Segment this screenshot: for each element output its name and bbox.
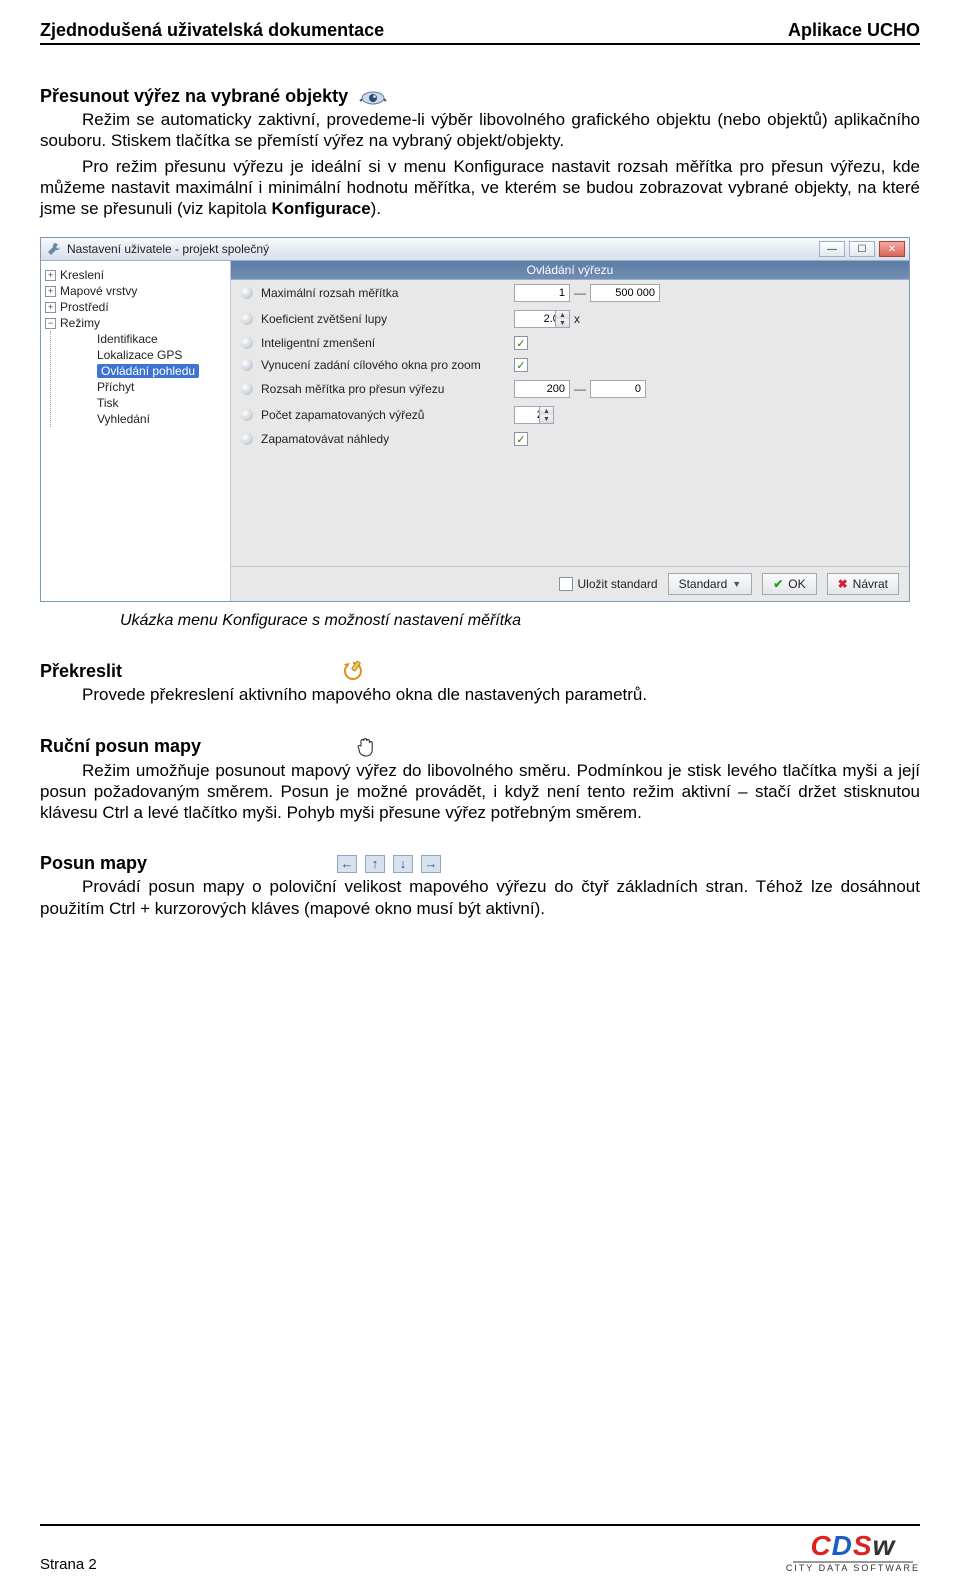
force-target-checkbox[interactable]: ✓ [514,358,528,372]
tree-item[interactable]: Kreslení [60,268,104,282]
section-title-presunout: Přesunout výřez na vybrané objekty [40,86,348,107]
section-title-rucni-posun: Ruční posun mapy [40,736,201,757]
doc-footer: Strana 2 CDSw CITY DATA SOFTWARE [40,1524,920,1573]
paragraph: Režim se automaticky zaktivní, provedeme… [40,109,920,152]
bullet-icon [241,383,253,395]
bullet-icon [241,313,253,325]
arrow-up-icon: ↑ [365,855,385,873]
tree-subitem[interactable]: Tisk [97,396,119,410]
smart-shrink-checkbox[interactable]: ✓ [514,336,528,350]
bullet-icon [241,409,253,421]
tree-subitem[interactable]: Lokalizace GPS [97,348,182,362]
scale-max-input[interactable] [590,284,660,302]
tree-subitem[interactable]: Identifikace [97,332,158,346]
move-scale-max-input[interactable] [590,380,646,398]
prop-label: Zapamatovávat náhledy [261,432,506,446]
cancel-button[interactable]: ✖Návrat [827,573,899,595]
minimize-button[interactable]: — [819,241,845,257]
save-standard-checkbox[interactable]: ✓ [559,577,573,591]
ok-button[interactable]: ✔OK [762,573,816,595]
remember-thumbs-checkbox[interactable]: ✓ [514,432,528,446]
dialog-titlebar: Nastavení uživatele - projekt společný —… [41,238,909,261]
scale-min-input[interactable] [514,284,570,302]
prop-label: Koeficient zvětšení lupy [261,312,506,326]
arrow-down-icon: ↓ [393,855,413,873]
maximize-button[interactable]: ☐ [849,241,875,257]
doc-header-left: Zjednodušená uživatelská dokumentace [40,20,384,41]
cdsw-logo: CDSw CITY DATA SOFTWARE [786,1532,920,1573]
paragraph: Režim umožňuje posunout mapový výřez do … [40,760,920,824]
prop-label: Vynucení zadání cílového okna pro zoom [261,358,506,372]
doc-header-right: Aplikace UCHO [788,20,920,41]
settings-tree[interactable]: +Kreslení +Mapové vrstvy +Prostředí −Rež… [41,261,231,601]
arrow-right-icon: → [421,855,441,873]
wrench-icon [47,242,61,256]
props-panel-title: Ovládání výřezu [231,261,909,280]
prop-label: Inteligentní zmenšení [261,336,506,350]
page-number: Strana 2 [40,1556,97,1573]
bullet-icon [241,287,253,299]
section-title-posun-mapy: Posun mapy [40,853,147,874]
tree-subitem[interactable]: Příchyt [97,380,134,394]
bullet-icon [241,337,253,349]
move-scale-min-input[interactable] [514,380,570,398]
bullet-icon [241,359,253,371]
tree-item[interactable]: Prostředí [60,300,109,314]
tree-item[interactable]: Režimy [60,316,100,330]
close-button[interactable]: ✕ [879,241,905,257]
prop-label: Počet zapamatovaných výřezů [261,408,506,422]
redraw-icon [342,660,364,682]
hand-icon [356,736,376,758]
tree-item[interactable]: Mapové vrstvy [60,284,137,298]
paragraph: Provede překreslení aktivního mapového o… [40,684,920,705]
bullet-icon [241,433,253,445]
tree-subitem[interactable]: Vyhledání [97,412,150,426]
arrow-buttons-icon: ← ↑ ↓ → [337,855,441,873]
standard-dropdown[interactable]: Standard▼ [668,573,753,595]
paragraph: Provádí posun mapy o poloviční velikost … [40,876,920,919]
figure-caption: Ukázka menu Konfigurace s možností nasta… [120,612,920,630]
prop-label: Rozsah měřítka pro přesun výřezu [261,382,506,396]
dialog-title: Nastavení uživatele - projekt společný [67,242,269,256]
dialog-footer: ✓Uložit standard Standard▼ ✔OK ✖Návrat [231,566,909,601]
doc-header: Zjednodušená uživatelská dokumentace Apl… [40,20,920,45]
settings-dialog: Nastavení uživatele - projekt společný —… [40,237,910,602]
paragraph: Pro režim přesunu výřezu je ideální si v… [40,156,920,220]
eye-icon [358,85,388,107]
tree-subitem-selected[interactable]: Ovládání pohledu [97,364,199,378]
arrow-left-icon: ← [337,855,357,873]
section-title-prekreslit: Překreslit [40,661,122,682]
prop-label: Maximální rozsah měřítka [261,286,506,300]
